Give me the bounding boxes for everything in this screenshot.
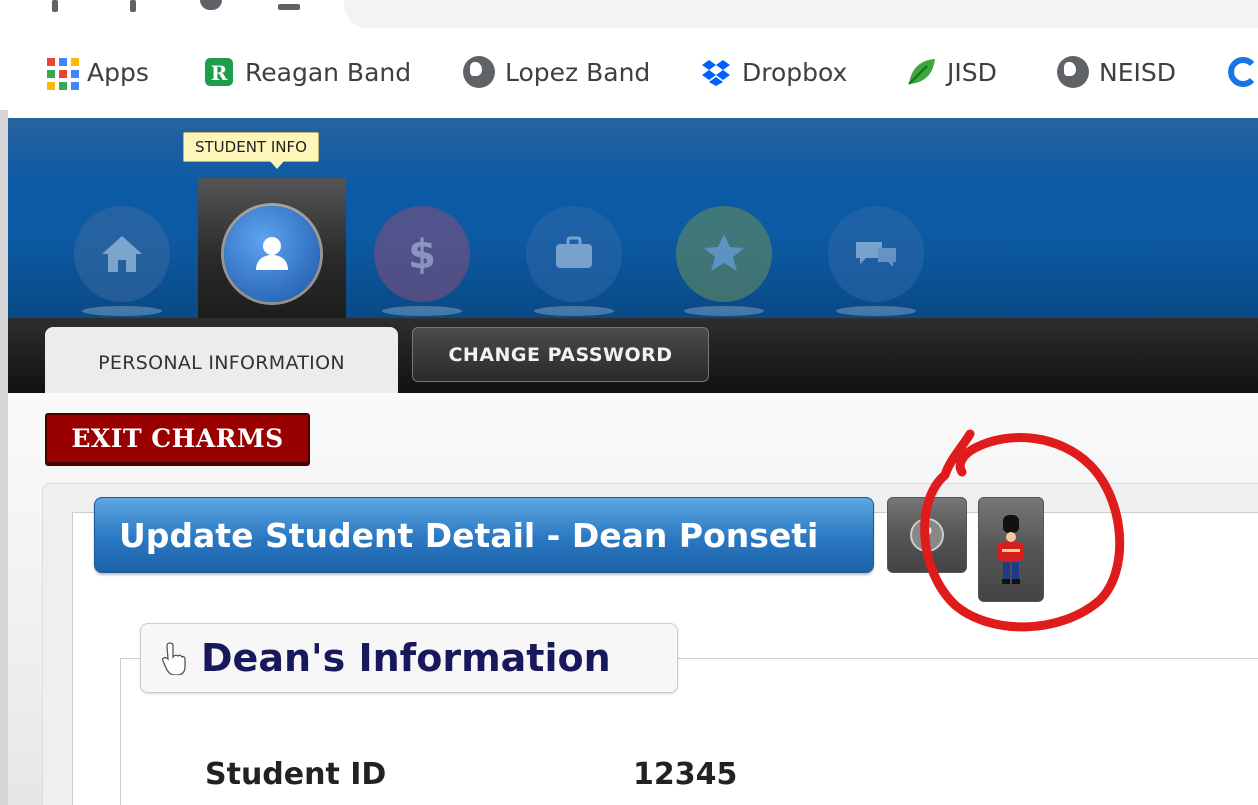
browser-toolbar xyxy=(0,0,1258,40)
reagan-logo-icon: R xyxy=(203,56,235,88)
nav-reflection xyxy=(684,306,764,316)
bookmark-label: Apps xyxy=(87,57,149,87)
nav-reflection xyxy=(836,306,916,316)
globe-icon xyxy=(1057,56,1089,88)
briefcase-icon xyxy=(556,236,592,268)
bookmark-label: Lopez Band xyxy=(505,57,651,87)
nav-reflection xyxy=(82,306,162,316)
bookmark-reagan-band[interactable]: R Reagan Band xyxy=(203,56,411,88)
tab-strip: PERSONAL INFORMATION CHANGE PASSWORD xyxy=(8,318,1258,399)
app-header: $ STUDENT INFO xyxy=(8,118,1258,318)
address-bar[interactable] xyxy=(344,0,1258,28)
bookmarks-bar: Apps R Reagan Band Lopez Band Dropbox JI… xyxy=(0,40,1258,110)
question-icon: ? xyxy=(910,518,944,552)
nav-student-info[interactable] xyxy=(224,206,320,302)
svg-text:$: $ xyxy=(408,232,436,278)
globe-icon xyxy=(463,56,495,88)
exit-charms-button[interactable]: EXIT CHARMS xyxy=(45,413,310,466)
panel-title: Update Student Detail - Dean Ponseti xyxy=(94,497,874,573)
bookmark-label: JISD xyxy=(947,57,997,87)
forward-icon[interactable] xyxy=(130,0,136,12)
back-icon[interactable] xyxy=(52,0,58,12)
bookmark-apps[interactable]: Apps xyxy=(45,56,149,90)
nav-star[interactable] xyxy=(676,206,772,302)
nav-briefcase[interactable] xyxy=(526,206,622,302)
bookmark-label: Dropbox xyxy=(742,57,848,87)
svg-text:?: ? xyxy=(921,523,933,547)
user-icon xyxy=(256,237,288,270)
bookmark-label: Reagan Band xyxy=(245,57,412,87)
tab-personal-information[interactable]: PERSONAL INFORMATION xyxy=(45,327,398,399)
nav-home[interactable] xyxy=(74,206,170,302)
bookmark-dropbox[interactable]: Dropbox xyxy=(700,56,847,88)
bookmark-neisd[interactable]: NEISD xyxy=(1057,56,1176,88)
section-title: Dean's Information xyxy=(201,636,611,680)
bookmark-partial[interactable] xyxy=(1226,56,1258,88)
field-value-student-id: 12345 xyxy=(633,757,738,792)
c-logo-icon xyxy=(1226,56,1258,88)
tab-change-password[interactable]: CHANGE PASSWORD xyxy=(412,327,709,382)
nav-finance[interactable]: $ xyxy=(374,206,470,302)
star-icon xyxy=(704,234,744,271)
toy-soldier-icon xyxy=(998,514,1024,584)
pointer-hand-icon xyxy=(161,642,186,675)
chat-icon xyxy=(856,242,896,267)
leaf-icon xyxy=(905,56,937,88)
nav-tooltip: STUDENT INFO xyxy=(183,132,319,169)
bookmark-label: NEISD xyxy=(1099,57,1176,87)
dollar-icon: $ xyxy=(408,232,436,278)
uniform-button[interactable] xyxy=(978,497,1044,602)
help-button[interactable]: ? xyxy=(887,497,967,573)
reload-icon[interactable] xyxy=(200,0,222,10)
dropbox-icon xyxy=(700,56,732,88)
field-label-student-id: Student ID xyxy=(205,757,387,792)
nav-messages[interactable] xyxy=(828,206,924,302)
section-header: Dean's Information xyxy=(140,623,678,693)
home-icon xyxy=(102,236,142,272)
svg-text:R: R xyxy=(211,61,228,85)
bookmark-lopez-band[interactable]: Lopez Band xyxy=(463,56,650,88)
apps-grid-icon xyxy=(45,56,79,90)
nav-reflection xyxy=(382,306,462,316)
nav-reflection xyxy=(534,306,614,316)
home-browser-icon[interactable] xyxy=(278,4,300,10)
bookmark-jisd[interactable]: JISD xyxy=(905,56,997,88)
window-edge xyxy=(0,110,8,805)
